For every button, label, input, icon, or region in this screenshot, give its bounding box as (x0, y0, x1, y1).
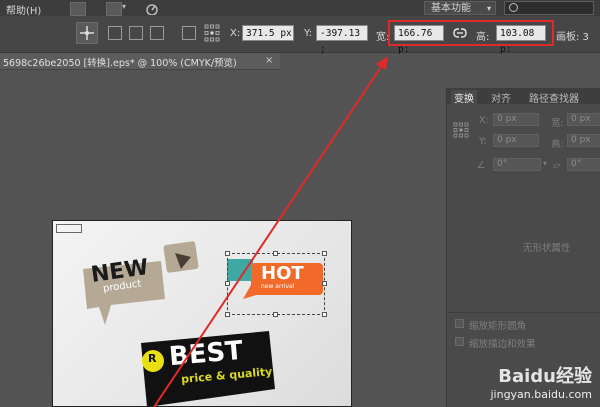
baidu-watermark: Baidu经验 jingyan.baidu.com (490, 362, 592, 401)
annotation-arrow (153, 56, 388, 407)
watermark-url: jingyan.baidu.com (490, 388, 592, 401)
watermark-brand: Baidu经验 (498, 366, 592, 387)
